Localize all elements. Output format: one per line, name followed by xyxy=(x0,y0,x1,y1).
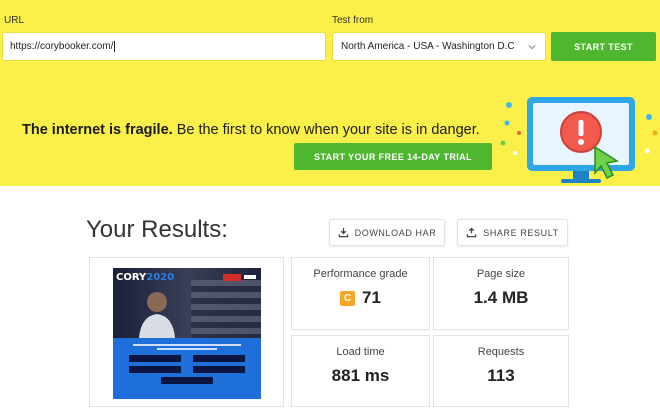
url-input-value: https://corybooker.com/ xyxy=(10,41,114,52)
banner-message-bold: The internet is fragile. xyxy=(22,122,173,138)
thumbnail-amount-button xyxy=(161,377,213,384)
thumbnail-logo: CORY2020 xyxy=(116,272,174,283)
thumbnail-amount-button xyxy=(193,366,245,373)
text-caret xyxy=(114,41,116,52)
performance-grade-label: Performance grade xyxy=(313,268,408,280)
chevron-down-icon xyxy=(528,44,536,50)
test-from-label: Test from xyxy=(332,15,374,26)
thumbnail-flag xyxy=(191,280,261,338)
thumbnail-logo-suffix: 2020 xyxy=(146,272,175,283)
decor-dot xyxy=(652,130,658,136)
requests-value: 113 xyxy=(487,366,515,385)
decor-dot xyxy=(504,120,510,126)
thumbnail-person xyxy=(139,292,175,338)
monitor-neck xyxy=(573,171,589,179)
results-title: Your Results: xyxy=(86,216,228,243)
test-from-select[interactable]: North America - USA - Washington D.C xyxy=(332,32,546,61)
load-time-label: Load time xyxy=(336,346,385,358)
page-screenshot-thumbnail: CORY2020 xyxy=(113,268,261,399)
decor-dot xyxy=(500,140,506,146)
thumbnail-text-line xyxy=(133,344,241,346)
download-icon xyxy=(338,227,348,238)
decor-dot xyxy=(644,148,650,154)
thumbnail-amount-button xyxy=(193,355,245,362)
thumbnail-amount-button xyxy=(129,355,181,362)
performance-grade-score: 71 xyxy=(362,288,381,307)
performance-grade-value: C 71 xyxy=(292,288,429,308)
requests-card: Requests 113 xyxy=(433,335,569,407)
share-result-button[interactable]: SHARE RESULT xyxy=(457,219,568,246)
alert-bar xyxy=(578,120,584,136)
requests-label: Requests xyxy=(477,346,525,358)
url-input[interactable]: https://corybooker.com/ xyxy=(2,32,326,61)
thumbnail-donate-button xyxy=(223,274,241,281)
free-trial-button[interactable]: START YOUR FREE 14-DAY TRIAL xyxy=(294,143,492,170)
thumbnail-amount-button xyxy=(129,366,181,373)
decor-dot xyxy=(517,131,521,135)
banner-message-rest: Be the first to know when your site is i… xyxy=(172,122,480,138)
monitor-stand xyxy=(561,179,601,183)
decor-dot xyxy=(513,151,517,155)
monitor-alert-illustration xyxy=(500,97,658,183)
test-from-value: North America - USA - Washington D.C xyxy=(341,41,515,52)
load-time-card: Load time 881 ms xyxy=(291,335,430,407)
share-icon xyxy=(466,227,477,238)
download-har-button[interactable]: DOWNLOAD HAR xyxy=(329,219,445,246)
page-size-card: Page size 1.4 MB xyxy=(433,257,569,330)
url-label: URL xyxy=(4,15,25,26)
thumbnail-text-line xyxy=(157,348,217,350)
banner-message: The internet is fragile. Be the first to… xyxy=(22,122,480,138)
start-test-button[interactable]: START TEST xyxy=(551,32,656,61)
performance-grade-card: Performance grade C 71 xyxy=(291,257,430,330)
decor-dot xyxy=(506,102,512,108)
load-time-value: 881 ms xyxy=(331,366,390,385)
thumbnail-logo-prefix: CORY xyxy=(116,272,147,283)
thumbnail-donation-panel xyxy=(113,338,261,399)
thumbnail-menu xyxy=(244,275,256,279)
decor-dot xyxy=(646,114,652,120)
share-result-label: SHARE RESULT xyxy=(483,227,559,238)
alert-dot xyxy=(578,139,584,145)
page-size-value: 1.4 MB xyxy=(473,288,529,307)
download-har-label: DOWNLOAD HAR xyxy=(354,227,437,238)
grade-badge: C xyxy=(340,291,356,306)
page-size-label: Page size xyxy=(476,268,526,280)
